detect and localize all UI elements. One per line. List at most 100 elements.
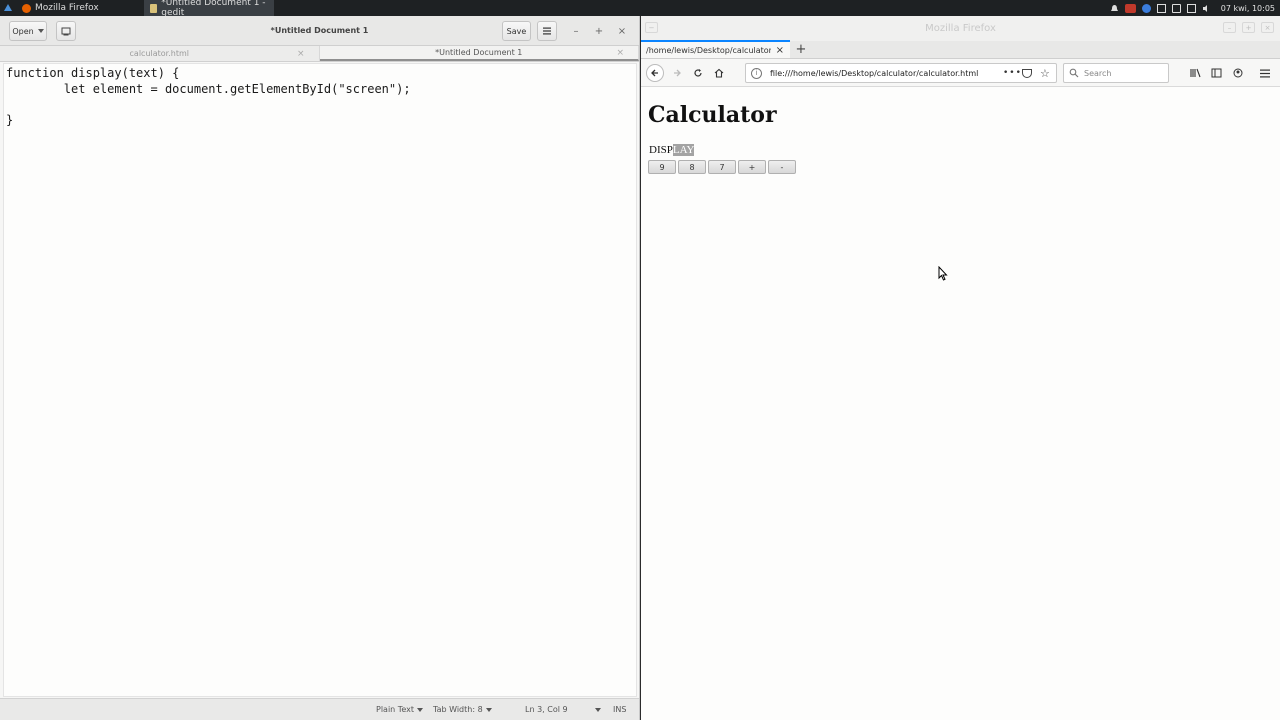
minimize-button[interactable]: – xyxy=(1223,22,1236,33)
back-button[interactable] xyxy=(646,64,664,82)
url-text: file:///home/lewis/Desktop/calculator/ca… xyxy=(770,68,979,78)
browser-tab-label: /home/lewis/Desktop/calculator/ xyxy=(646,45,771,55)
cursor-position-selector[interactable]: Ln 3, Col 9 xyxy=(525,705,601,714)
close-tab-icon[interactable]: × xyxy=(776,45,784,56)
reload-button[interactable] xyxy=(689,64,707,82)
volume-icon[interactable] xyxy=(1202,4,1211,13)
close-button[interactable]: × xyxy=(1261,22,1274,33)
document-tabs: calculator.html × *Untitled Document 1 × xyxy=(0,46,639,62)
calculator-buttons: 9 8 7 + - xyxy=(648,160,796,174)
menu-button[interactable] xyxy=(1256,64,1274,82)
taskbar-item-label: Mozilla Firefox xyxy=(35,3,99,13)
arrow-left-icon xyxy=(651,69,658,77)
firefox-window: − Mozilla Firefox – + × /home/lewis/Desk… xyxy=(641,16,1280,720)
arrow-right-icon xyxy=(674,69,681,77)
top-panel: Mozilla Firefox *Untitled Document 1 - g… xyxy=(0,0,1280,18)
tab-label: calculator.html xyxy=(129,49,189,58)
maximize-button[interactable]: + xyxy=(1242,22,1255,33)
camera-record-icon[interactable] xyxy=(1124,3,1136,13)
notification-bell-icon[interactable] xyxy=(1110,4,1119,13)
firefox-icon xyxy=(22,3,31,13)
code-line: let element = document.getElementById("s… xyxy=(6,81,411,96)
page-actions-icon[interactable]: ••• xyxy=(1003,68,1022,78)
new-tab-button[interactable]: + xyxy=(790,40,812,58)
close-tab-icon[interactable]: × xyxy=(297,49,305,59)
network-icon[interactable] xyxy=(1171,3,1181,13)
new-document-icon xyxy=(61,27,71,36)
calculator-screen[interactable]: DISPLAY xyxy=(649,144,695,156)
library-icon xyxy=(1189,68,1201,78)
window-title: Mozilla Firefox xyxy=(925,23,996,34)
url-bar[interactable]: i file:///home/lewis/Desktop/calculator/… xyxy=(745,63,1057,83)
tab-untitled-document[interactable]: *Untitled Document 1 × xyxy=(319,46,639,61)
close-button[interactable]: × xyxy=(615,24,629,38)
hamburger-menu-icon xyxy=(1260,69,1270,77)
chevron-down-icon xyxy=(594,707,601,712)
save-button-label: Save xyxy=(506,26,527,36)
search-field[interactable]: Search xyxy=(1063,63,1169,83)
tab-calculator-html[interactable]: calculator.html × xyxy=(0,46,320,61)
open-button[interactable]: Open xyxy=(9,21,47,41)
cursor-position-label: Ln 3, Col 9 xyxy=(525,705,568,714)
tab-width-label: Tab Width: 8 xyxy=(433,705,483,714)
applications-menu-icon[interactable] xyxy=(0,0,16,16)
reload-icon xyxy=(694,69,702,77)
navigation-toolbar: i file:///home/lewis/Desktop/calculator/… xyxy=(641,59,1280,87)
page-content: Calculator DISPLAY 9 8 7 + - xyxy=(641,88,1280,720)
forward-button[interactable] xyxy=(668,64,686,82)
chevron-down-icon xyxy=(416,707,423,712)
tab-width-selector[interactable]: Tab Width: 8 xyxy=(433,705,492,714)
account-icon xyxy=(1233,68,1243,78)
browser-tabstrip: /home/lewis/Desktop/calculator/ × + xyxy=(641,40,1280,59)
clock[interactable]: 07 kwi, 10:05 xyxy=(1221,4,1275,13)
text-editor[interactable]: function display(text) { let element = d… xyxy=(3,63,637,697)
open-button-label: Open xyxy=(12,26,34,36)
digit-7-button[interactable]: 7 xyxy=(708,160,736,174)
digit-8-button[interactable]: 8 xyxy=(678,160,706,174)
minimize-button[interactable]: – xyxy=(569,24,583,38)
hamburger-menu-button[interactable] xyxy=(537,21,557,41)
site-info-icon[interactable]: i xyxy=(751,67,762,79)
taskbar-item-gedit[interactable]: *Untitled Document 1 - gedit xyxy=(144,0,274,18)
firefox-titlebar: − Mozilla Firefox – + × xyxy=(641,16,1280,41)
chevron-down-icon xyxy=(37,29,44,33)
bookmark-star-icon[interactable]: ☆ xyxy=(1040,67,1050,80)
screen-text-selected: LAY xyxy=(672,144,695,156)
mouse-pointer-icon xyxy=(938,266,948,281)
maximize-button[interactable]: + xyxy=(592,24,606,38)
gedit-headerbar: Open *Untitled Document 1 Save – + × xyxy=(0,16,639,46)
close-tab-icon[interactable]: × xyxy=(616,48,624,58)
home-button[interactable] xyxy=(710,64,728,82)
code-line: function display(text) { xyxy=(6,66,180,80)
library-button[interactable] xyxy=(1186,64,1204,82)
gedit-icon xyxy=(150,3,158,13)
insert-mode-label: INS xyxy=(613,705,627,714)
browser-tab[interactable]: /home/lewis/Desktop/calculator/ × xyxy=(641,40,790,58)
digit-9-button[interactable]: 9 xyxy=(648,160,676,174)
save-button[interactable]: Save xyxy=(502,21,531,41)
battery-icon[interactable] xyxy=(1186,3,1196,13)
sidebar-icon xyxy=(1211,68,1221,78)
minus-button[interactable]: - xyxy=(768,160,796,174)
language-label: Plain Text xyxy=(376,705,414,714)
plus-button[interactable]: + xyxy=(738,160,766,174)
language-selector[interactable]: Plain Text xyxy=(376,705,423,714)
tab-label: *Untitled Document 1 xyxy=(435,48,523,57)
bluetooth-icon[interactable] xyxy=(1141,3,1151,13)
pocket-icon[interactable] xyxy=(1022,68,1032,78)
page-heading: Calculator xyxy=(648,102,777,128)
taskbar-item-firefox[interactable]: Mozilla Firefox xyxy=(16,0,144,16)
window-menu-button[interactable]: − xyxy=(645,22,658,33)
account-button[interactable] xyxy=(1229,64,1247,82)
new-document-button[interactable] xyxy=(56,21,76,41)
insert-mode-indicator: INS xyxy=(613,705,626,714)
search-placeholder: Search xyxy=(1084,68,1112,78)
gedit-window: Open *Untitled Document 1 Save – + × cal… xyxy=(0,16,640,720)
sidebar-button[interactable] xyxy=(1207,64,1225,82)
search-icon xyxy=(1069,68,1079,78)
status-bar: Plain Text Tab Width: 8 Ln 3, Col 9 INS xyxy=(0,698,639,720)
screen-text: DISP xyxy=(649,144,673,156)
screenshot-icon[interactable] xyxy=(1156,3,1166,13)
home-icon xyxy=(714,68,724,78)
